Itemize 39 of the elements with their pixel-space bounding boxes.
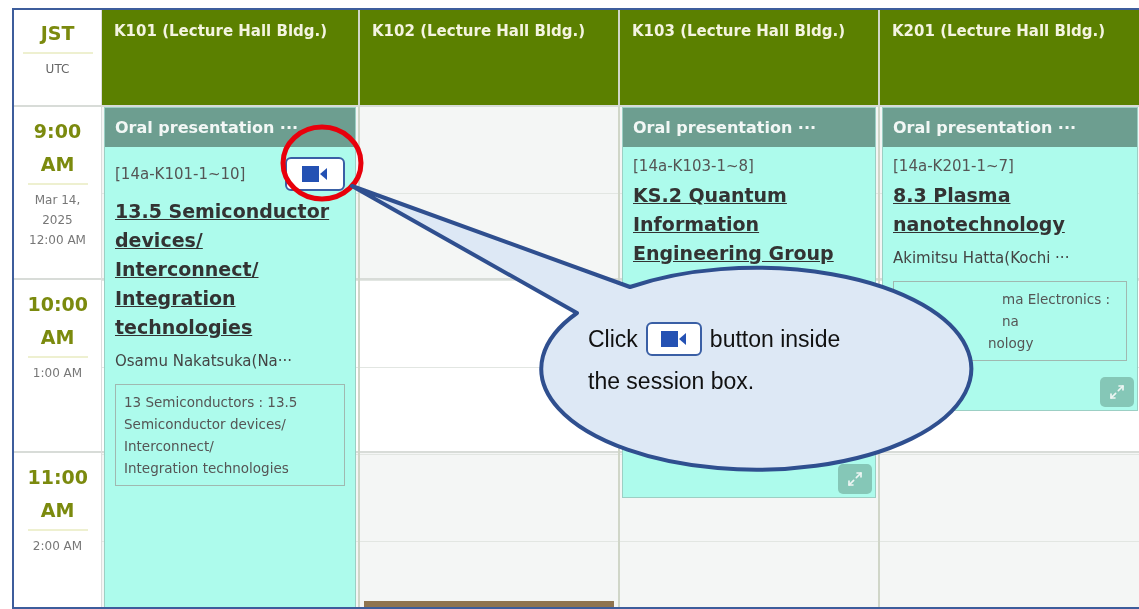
session-title[interactable]: KS.2 Quantum Information Engineering Group	[633, 181, 865, 268]
hour-label: 9:00 AM	[27, 115, 88, 185]
category-text: nology	[987, 334, 1035, 353]
category-text: Semiconductor devices/	[124, 415, 287, 434]
video-camera-icon	[660, 331, 687, 347]
session-chair: Akimitsu Hatta(Kochi ···	[893, 249, 1071, 267]
session-type: Oral presentation ···	[623, 108, 875, 147]
category-text: ma Electronics :	[1001, 290, 1112, 309]
hour-label: 11:00 AM	[27, 461, 88, 531]
callout-text: button inside	[709, 325, 841, 354]
session-title[interactable]: 8.3 Plasma nanotechnology	[893, 181, 1127, 239]
category-text: Integration technologies	[124, 459, 290, 478]
time-zone-label: JST	[22, 22, 93, 54]
utc-time: 1:00 AM	[31, 365, 84, 382]
callout-text: Click	[588, 325, 638, 354]
diagonal-arrows-icon	[1109, 384, 1125, 400]
room-header: K102 (Lecture Hall Bldg.)	[360, 10, 620, 105]
video-button[interactable]	[285, 157, 345, 191]
time-zone-label: UTC	[45, 62, 70, 76]
hour-label: 10:00 AM	[27, 288, 88, 358]
session-box[interactable]	[104, 107, 356, 607]
room-header: K103 (Lecture Hall Bldg.)	[620, 10, 880, 105]
callout-text: the session box.	[588, 367, 755, 396]
session-type: Oral presentation ···	[883, 108, 1137, 147]
category-text: Interconnect/	[124, 437, 215, 456]
category-text: na	[1001, 312, 1020, 331]
session-code: [14a-K101-1~10]	[115, 165, 246, 183]
utc-time: Mar 14, 2025 12:00 AM	[28, 192, 87, 249]
session-type: Oral presentation ···	[105, 108, 355, 147]
room-header: K101 (Lecture Hall Bldg.)	[102, 10, 360, 105]
utc-time: 2:00 AM	[31, 538, 84, 555]
session-title[interactable]: 13.5 Semiconductor devices/ Interconnect/ Integration technologies	[115, 197, 345, 342]
session-chair: Osamu Nakatsuka(Na···	[115, 352, 294, 370]
category-text: 13 Semiconductors : 13.5	[124, 393, 299, 412]
room-header: K201 (Lecture Hall Bldg.)	[880, 10, 1139, 105]
video-camera-icon	[302, 166, 328, 182]
diagonal-arrows-icon	[847, 471, 863, 487]
session-code: [14a-K201-1~7]	[893, 157, 1014, 175]
session-code: [14a-K103-1~8]	[633, 157, 754, 175]
